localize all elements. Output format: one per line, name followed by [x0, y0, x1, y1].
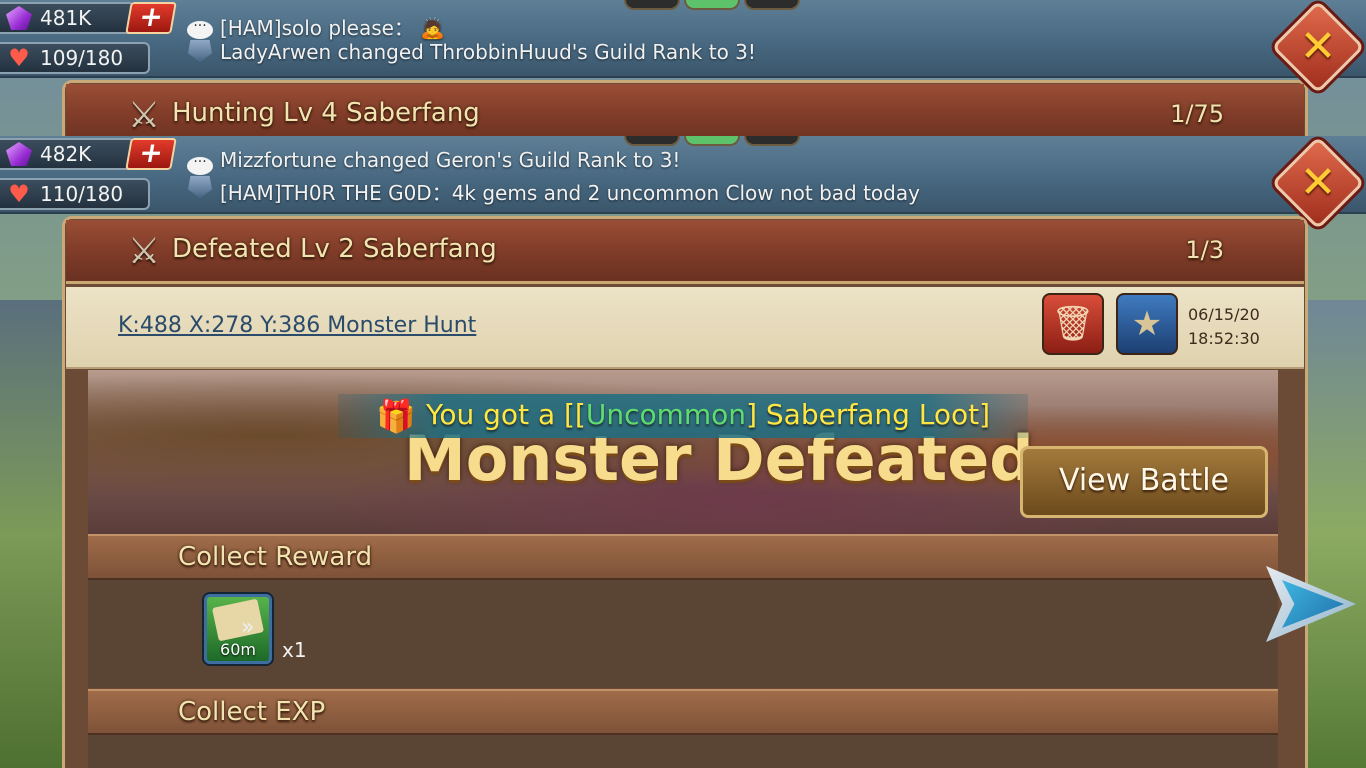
stamina-value: 109/180 — [40, 46, 124, 70]
star-icon: ★ — [1131, 304, 1163, 344]
chat-bubble-icon: ··· — [186, 14, 214, 39]
section-title: Collect Reward — [178, 542, 373, 572]
gem-counter: 481K — [0, 2, 135, 34]
buy-gems-button[interactable]: + — [125, 0, 177, 34]
gem-icon — [6, 6, 32, 30]
loot-rarity: Uncommon — [585, 398, 747, 431]
section-title: Collect EXP — [178, 697, 326, 727]
gift-icon: 🎁 — [376, 397, 416, 435]
report-count: 1/3 — [1185, 236, 1224, 264]
exp-list — [88, 735, 1278, 768]
delete-button[interactable]: 🗑 — [1042, 293, 1104, 355]
battle-banner: Monster Defeated 🎁 You got a [[Uncommon]… — [88, 370, 1278, 534]
page-indicator — [624, 0, 680, 10]
reward-duration: 60m — [220, 640, 256, 659]
emoji-icon: 🙇 — [420, 16, 446, 40]
report-time: 18:52:30 — [1188, 329, 1260, 348]
buy-gems-button[interactable]: + — [125, 136, 177, 170]
page-indicator-active — [684, 136, 740, 146]
screen-previous: ⚔ Hunting Lv 4 Saberfang 1/75 481K + ♥ 1… — [0, 0, 1366, 136]
collect-exp-header: Collect EXP — [88, 689, 1278, 735]
report-info-bar: K:488 X:278 Y:386 Monster Hunt 🗑 ★ 06/15… — [66, 287, 1304, 369]
page-indicator-active — [684, 0, 740, 10]
chat-message[interactable]: Mizzfortune changed Geron's Guild Rank t… — [220, 148, 680, 172]
favorite-button[interactable]: ★ — [1116, 293, 1178, 355]
location-link[interactable]: K:488 X:278 Y:386 Monster Hunt — [118, 313, 476, 338]
crossed-swords-icon: ⚔ — [127, 231, 161, 272]
gem-icon — [6, 142, 32, 166]
page-indicator — [624, 136, 680, 146]
reward-quantity: x1 — [282, 638, 307, 662]
loot-text: You got a [[Uncommon] Saberfang Loot] — [426, 398, 991, 431]
top-bar: 482K + ♥ 110/180 ··· Mizzfortune changed… — [0, 136, 1366, 214]
report-timestamp: 06/15/20 18:52:30 — [1188, 303, 1260, 351]
report-header: ⚔ Hunting Lv 4 Saberfang 1/75 — [66, 84, 1304, 136]
chat-message[interactable]: [HAM]TH0R THE G0D：4k gems and 2 uncommon… — [220, 177, 920, 206]
trash-icon: 🗑 — [1051, 304, 1095, 344]
chat-message[interactable]: LadyArwen changed ThrobbinHuud's Guild R… — [220, 40, 756, 64]
view-battle-button[interactable]: View Battle — [1020, 446, 1268, 518]
page-indicator — [744, 0, 800, 10]
top-bar: 481K + ♥ 109/180 ··· [HAM]solo please： 🙇… — [0, 0, 1366, 78]
report-count: 1/75 — [1170, 100, 1224, 128]
reward-list: » 60m x1 — [88, 580, 1278, 688]
gem-value: 481K — [40, 6, 92, 30]
stamina-counter: ♥ 109/180 — [0, 42, 150, 74]
plus-icon: + — [136, 0, 166, 33]
speedup-book-icon[interactable]: » 60m — [204, 594, 272, 664]
close-icon: ✕ — [1299, 21, 1337, 72]
report-title: Defeated Lv 2 Saberfang — [172, 234, 497, 264]
page-indicator — [744, 136, 800, 146]
stamina-value: 110/180 — [40, 182, 124, 206]
stamina-counter: ♥ 110/180 — [0, 178, 150, 210]
heart-icon: ♥ — [8, 180, 30, 208]
plus-icon: + — [136, 136, 166, 169]
guild-shield-icon — [186, 40, 214, 62]
guild-shield-icon — [186, 176, 214, 198]
report-date: 06/15/20 — [1188, 305, 1260, 324]
collect-reward-header: Collect Reward — [88, 534, 1278, 580]
crossed-swords-icon: ⚔ — [127, 95, 161, 136]
report-header: ⚔ Defeated Lv 2 Saberfang 1/3 — [66, 220, 1304, 284]
chat-bubble-icon: ··· — [186, 150, 214, 175]
gem-value: 482K — [40, 142, 92, 166]
close-icon: ✕ — [1299, 157, 1337, 208]
chat-message[interactable]: [HAM]solo please： 🙇 — [220, 12, 445, 41]
heart-icon: ♥ — [8, 44, 30, 72]
report-title: Hunting Lv 4 Saberfang — [172, 98, 480, 128]
gem-counter: 482K — [0, 138, 135, 170]
